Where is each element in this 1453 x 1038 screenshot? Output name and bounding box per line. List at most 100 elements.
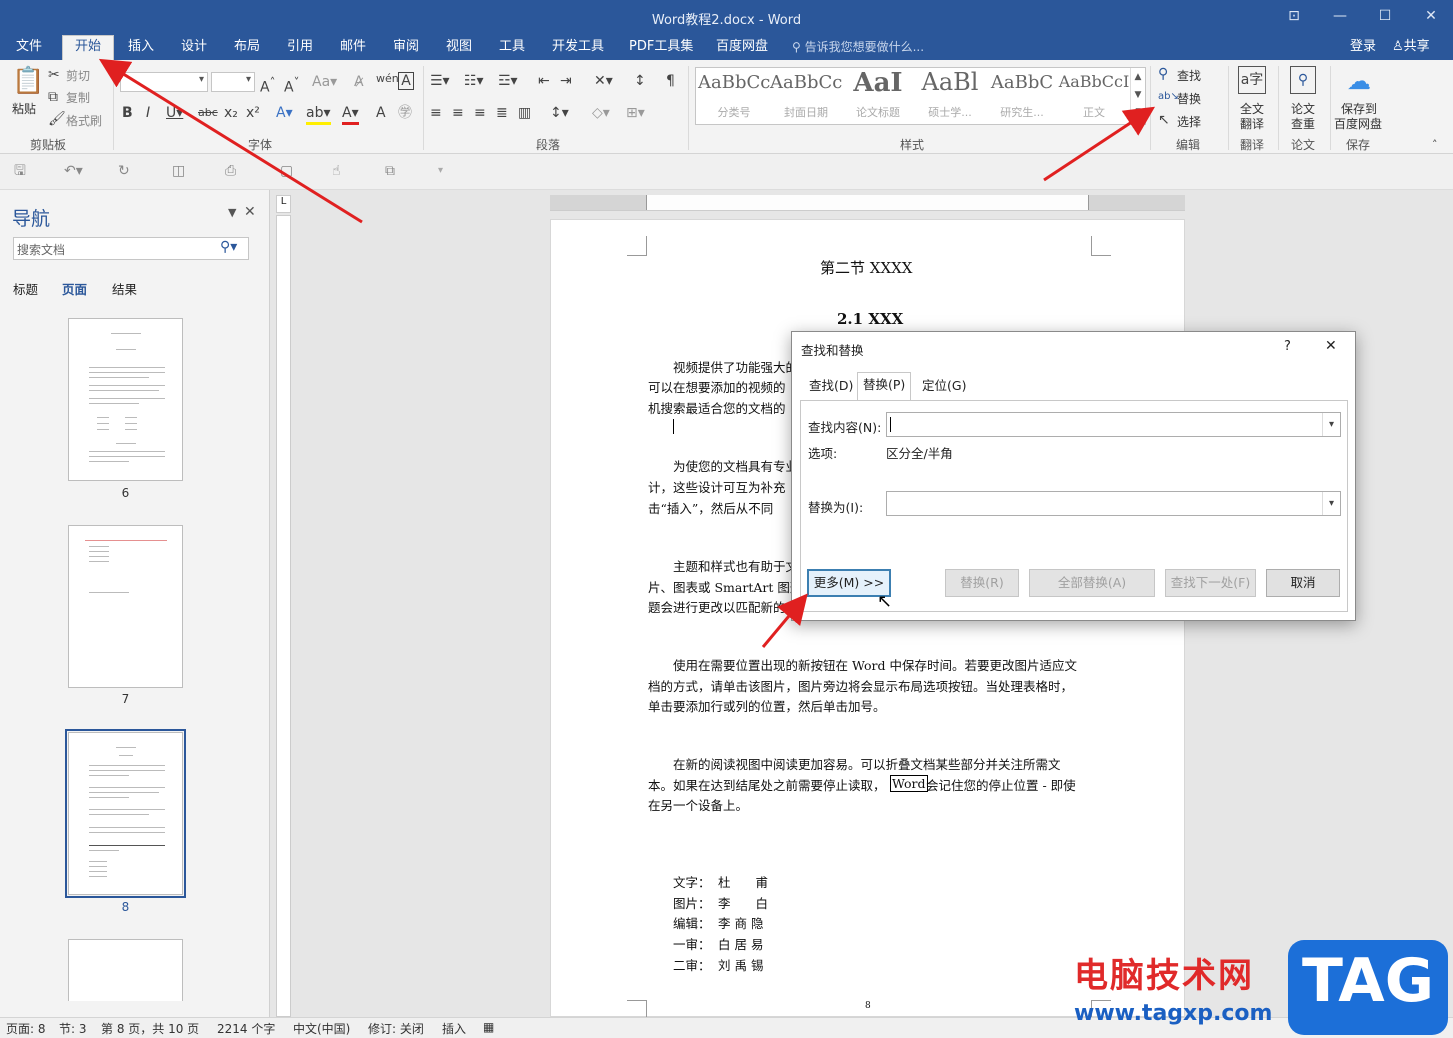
status-language[interactable]: 中文(中国) — [293, 1020, 350, 1037]
status-track-changes[interactable]: 修订: 关闭 — [368, 1020, 424, 1037]
share-button[interactable]: ♙共享 — [1392, 38, 1430, 60]
nav-close-icon[interactable]: ✕ — [244, 204, 256, 220]
paste-label[interactable]: 粘贴 — [12, 100, 36, 117]
status-words[interactable]: 2214 个字 — [217, 1020, 275, 1037]
tab-layout[interactable]: 布局 — [234, 38, 260, 60]
read-mode-icon[interactable]: ◫ — [172, 162, 185, 180]
clear-format-icon[interactable]: A̷ — [354, 73, 364, 91]
style-item[interactable]: AaBbC 研究生... — [986, 68, 1058, 124]
tab-view[interactable]: 视图 — [446, 38, 472, 60]
tab-baidu-netdisk[interactable]: 百度网盘 — [716, 38, 768, 60]
shrink-font-icon[interactable]: A˅ — [284, 73, 299, 97]
print-preview-icon[interactable]: ⎙ — [225, 162, 236, 180]
dialog-close-icon[interactable]: ✕ — [1325, 338, 1337, 354]
increase-indent-icon[interactable]: ⇥ — [560, 72, 572, 90]
replace-with-input[interactable]: ▾ — [886, 491, 1341, 516]
nav-options-icon[interactable]: ▼ — [228, 206, 236, 219]
macro-icon[interactable]: ▦ — [483, 1020, 494, 1034]
page-thumbnail-selected[interactable] — [65, 729, 186, 898]
nav-tab-results[interactable]: 结果 — [112, 279, 137, 298]
font-color-icon[interactable]: A▾ — [342, 104, 359, 125]
italic-icon[interactable]: I — [146, 104, 150, 122]
distributed-icon[interactable]: ▥ — [518, 104, 531, 122]
nav-tab-pages[interactable]: 页面 — [62, 279, 87, 298]
maximize-icon[interactable]: ☐ — [1375, 6, 1395, 26]
tab-find[interactable]: 查找(D) — [804, 374, 858, 400]
find-what-input[interactable]: ▾ — [886, 412, 1341, 437]
copy-button[interactable]: 复制 — [66, 89, 90, 106]
document-icon[interactable]: ▢ — [280, 162, 293, 180]
close-window-icon[interactable]: ✕ — [1421, 6, 1441, 26]
replace-button[interactable]: 替换 — [1177, 90, 1201, 107]
customize-qat-icon[interactable]: ▾ — [438, 162, 443, 180]
sort-icon[interactable]: ↕ — [634, 72, 646, 90]
status-page-of[interactable]: 第 8 页，共 10 页 — [101, 1020, 199, 1037]
collapse-ribbon-icon[interactable]: ˄ — [1432, 136, 1438, 154]
underline-icon[interactable]: U▾ — [166, 104, 183, 122]
bullets-icon[interactable]: ☰▾ — [430, 72, 450, 90]
borders-icon[interactable]: ⊞▾ — [626, 104, 645, 122]
touch-mode-icon[interactable]: ☝ — [332, 162, 341, 180]
char-border-icon[interactable]: A — [398, 72, 414, 90]
enclose-char-icon[interactable]: ㊫ — [398, 104, 412, 122]
replace-all-button[interactable]: 全部替换(A) — [1029, 569, 1155, 597]
align-center-icon[interactable]: ≡ — [452, 104, 464, 122]
tab-review[interactable]: 审阅 — [393, 38, 419, 60]
tab-insert[interactable]: 插入 — [128, 38, 154, 60]
format-painter-button[interactable]: 格式刷 — [66, 112, 102, 129]
status-insert-mode[interactable]: 插入 — [442, 1020, 466, 1037]
align-right-icon[interactable]: ≡ — [474, 104, 486, 122]
nav-search-input[interactable]: 搜索文档 ⚲▾ — [13, 237, 249, 260]
style-item[interactable]: AaBbCc 分类号 — [698, 68, 770, 124]
align-left-icon[interactable]: ≡ — [430, 104, 442, 122]
chevron-down-icon[interactable]: ▾ — [1322, 492, 1340, 515]
chinese-layout-icon[interactable]: ✕▾ — [594, 72, 613, 90]
gallery-scroll[interactable]: ▲ ▼ ⊽ — [1130, 68, 1145, 124]
show-marks-icon[interactable]: ¶ — [666, 72, 675, 90]
style-item[interactable]: AaBl 硕士学... — [914, 68, 986, 124]
change-case-icon[interactable]: Aa▾ — [312, 73, 337, 91]
paste-icon[interactable]: 📋 — [12, 66, 44, 96]
tell-me-box[interactable]: ⚲ 告诉我您想要做什么... — [792, 38, 924, 60]
grow-font-icon[interactable]: A˄ — [260, 73, 275, 97]
style-item[interactable]: AaI 论文标题 — [842, 68, 914, 124]
tab-goto[interactable]: 定位(G) — [917, 374, 971, 400]
tab-tools[interactable]: 工具 — [499, 38, 525, 60]
chevron-down-icon[interactable]: ▾ — [1322, 413, 1340, 436]
line-spacing-icon[interactable]: ↕▾ — [550, 104, 569, 122]
help-icon[interactable]: ? — [1284, 339, 1291, 354]
justify-icon[interactable]: ≣ — [496, 104, 508, 122]
style-item[interactable]: AaBbCcI 正文 — [1058, 68, 1130, 124]
redo-icon[interactable]: ↻ — [118, 162, 130, 180]
tab-file[interactable]: 文件 — [16, 38, 42, 60]
tab-home[interactable]: 开始 — [62, 35, 115, 60]
shading-icon[interactable]: ◇▾ — [592, 104, 610, 122]
minimize-icon[interactable]: — — [1330, 6, 1350, 26]
font-size-combo[interactable] — [211, 72, 255, 92]
nav-tab-headings[interactable]: 标题 — [13, 279, 38, 298]
tab-mailings[interactable]: 邮件 — [340, 38, 366, 60]
multilevel-list-icon[interactable]: ☲▾ — [498, 72, 518, 90]
ribbon-display-icon[interactable]: ⊡ — [1284, 6, 1304, 26]
font-name-combo[interactable] — [120, 72, 208, 92]
status-page[interactable]: 页面: 8 — [6, 1020, 46, 1037]
tab-developer[interactable]: 开发工具 — [552, 38, 604, 60]
text-effects-icon[interactable]: A▾ — [276, 104, 293, 122]
styles-gallery[interactable]: AaBbCc 分类号 AaBbCc 封面日期 AaI 论文标题 AaBl 硕士学... … — [695, 67, 1146, 125]
page-thumbnail[interactable] — [68, 939, 183, 1001]
find-button[interactable]: 查找 — [1177, 67, 1201, 84]
tab-replace[interactable]: 替换(P) — [857, 372, 912, 401]
layout-icon[interactable]: ⧉ — [385, 162, 395, 180]
subscript-icon[interactable]: x₂ — [224, 104, 238, 122]
numbering-icon[interactable]: ☷▾ — [464, 72, 484, 90]
bold-icon[interactable]: B — [122, 104, 133, 122]
page-thumbnail[interactable] — [68, 318, 183, 481]
undo-icon[interactable]: ↶▾ — [64, 162, 83, 180]
find-next-button[interactable]: 查找下一处(F) — [1165, 569, 1256, 597]
save-icon[interactable]: 🖫 — [14, 162, 26, 180]
cancel-button[interactable]: 取消 — [1266, 569, 1340, 597]
page-thumbnail[interactable] — [68, 525, 183, 688]
tab-selector[interactable]: L — [276, 195, 291, 213]
tab-references[interactable]: 引用 — [287, 38, 313, 60]
tab-pdf-tools[interactable]: PDF工具集 — [629, 38, 693, 60]
